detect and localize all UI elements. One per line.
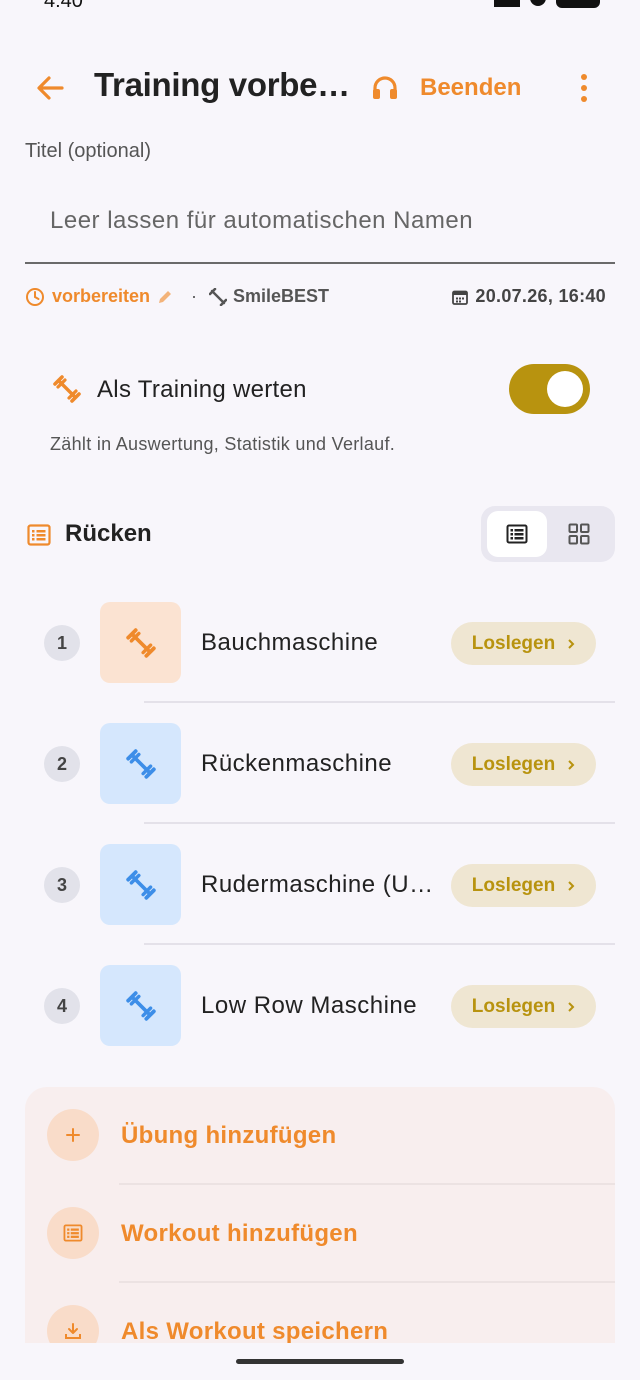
exercise-thumbnail xyxy=(100,723,181,804)
add-exercise-label: Übung hinzufügen xyxy=(121,1122,337,1149)
dumbbell-icon xyxy=(125,990,156,1021)
exercise-row[interactable]: 2 Rückenmaschine Loslegen xyxy=(0,703,640,824)
switch-knob xyxy=(547,371,583,407)
start-label: Loslegen xyxy=(471,995,556,1017)
app-bar: Training vorbe… Beenden xyxy=(0,58,640,118)
start-label: Loslegen xyxy=(471,753,556,775)
status-bar: 4:40 xyxy=(0,0,640,12)
dumbbell-icon xyxy=(125,869,156,900)
gesture-nav-bar xyxy=(0,1343,640,1380)
title-field-label: Titel (optional) xyxy=(25,140,151,162)
count-as-training-hint: Zählt in Auswertung, Statistik und Verla… xyxy=(50,434,396,454)
save-as-workout-button[interactable]: Als Workout speichern xyxy=(25,1283,615,1343)
exercise-thumbnail xyxy=(100,965,181,1046)
gym-name: SmileBEST xyxy=(233,286,330,306)
list-icon xyxy=(47,1207,99,1259)
actions-card: Übung hinzufügen Workout hinzufügen Als … xyxy=(25,1087,615,1343)
page-title: Training vorbe… xyxy=(94,66,350,103)
exercise-name: Rückenmaschine xyxy=(201,750,393,777)
calendar-icon xyxy=(452,290,469,305)
count-as-training-row: Als Training werten xyxy=(50,362,590,416)
exercise-name: Bauchmaschine xyxy=(201,629,379,656)
state-edit[interactable]: vorbereiten xyxy=(25,286,173,307)
battery-icon xyxy=(556,0,600,8)
exercise-list: 1 Bauchmaschine Loslegen 2 Rückenmaschin… xyxy=(0,582,640,1066)
chevron-right-icon xyxy=(568,759,575,770)
exercise-number: 2 xyxy=(44,746,80,782)
exercise-name: Low Row Maschine xyxy=(201,992,418,1019)
section-header: Rücken xyxy=(25,506,615,562)
headphones-icon xyxy=(373,76,397,99)
view-mode-switch xyxy=(481,506,615,562)
dumbbell-icon xyxy=(125,748,156,779)
training-date: 20.07.26, 16:40 xyxy=(452,286,606,307)
end-training-button[interactable]: Beenden xyxy=(370,66,521,110)
add-exercise-button[interactable]: Übung hinzufügen xyxy=(25,1087,615,1185)
exercise-name: Rudermaschine (U… xyxy=(201,871,434,898)
clock-icon xyxy=(26,287,44,306)
start-exercise-button[interactable]: Loslegen xyxy=(451,864,596,907)
list-view-button[interactable] xyxy=(487,511,547,557)
more-dot xyxy=(581,96,587,102)
status-time: 4:40 xyxy=(44,0,83,12)
count-as-training-switch[interactable] xyxy=(509,364,590,414)
pencil-icon xyxy=(159,290,172,303)
gym-label: SmileBEST xyxy=(209,286,329,307)
end-label: Beenden xyxy=(420,74,522,101)
status-icons xyxy=(494,0,600,8)
dumbbell-icon xyxy=(125,627,156,658)
exercise-row[interactable]: 1 Bauchmaschine Loslegen xyxy=(0,582,640,703)
exercise-thumbnail xyxy=(100,844,181,925)
start-exercise-button[interactable]: Loslegen xyxy=(451,985,596,1028)
dumbbell-icon xyxy=(209,287,227,306)
arrow-left-icon xyxy=(37,76,64,100)
chevron-right-icon xyxy=(568,880,575,891)
add-workout-label: Workout hinzufügen xyxy=(121,1220,358,1247)
list-icon xyxy=(27,524,51,546)
exercise-thumbnail xyxy=(100,602,181,683)
exercise-number: 4 xyxy=(44,988,80,1024)
exercise-number: 1 xyxy=(44,625,80,661)
chevron-right-icon xyxy=(568,1001,575,1012)
download-icon xyxy=(47,1305,99,1343)
chevron-right-icon xyxy=(568,638,575,649)
save-as-workout-label: Als Workout speichern xyxy=(121,1318,389,1343)
exercise-number: 3 xyxy=(44,867,80,903)
start-exercise-button[interactable]: Loslegen xyxy=(451,622,596,665)
more-dot xyxy=(581,85,587,91)
wifi-icon xyxy=(530,0,546,6)
exercise-row[interactable]: 4 Low Row Maschine Loslegen xyxy=(0,945,640,1066)
title-input[interactable] xyxy=(25,180,615,264)
start-label: Loslegen xyxy=(471,874,556,896)
meta-separator: · xyxy=(191,286,197,306)
more-menu-button[interactable] xyxy=(570,70,598,106)
start-exercise-button[interactable]: Loslegen xyxy=(451,743,596,786)
count-as-training-label: Als Training werten xyxy=(97,376,307,403)
state-label: vorbereiten xyxy=(52,286,151,306)
signal-icon xyxy=(494,0,520,7)
date-value: 20.07.26, 16:40 xyxy=(475,286,606,306)
section-title: Rücken xyxy=(65,520,152,547)
grid-view-button[interactable] xyxy=(549,511,609,557)
plus-icon xyxy=(47,1109,99,1161)
dumbbell-icon xyxy=(53,375,81,403)
start-label: Loslegen xyxy=(471,632,556,654)
home-handle[interactable] xyxy=(236,1359,404,1364)
add-workout-button[interactable]: Workout hinzufügen xyxy=(25,1185,615,1283)
more-dot xyxy=(581,74,587,80)
list-view-icon xyxy=(506,524,528,544)
exercise-row[interactable]: 3 Rudermaschine (U… Loslegen xyxy=(0,824,640,945)
training-meta: vorbereiten · SmileBEST 20.07.26, 16:40 xyxy=(25,286,615,312)
grid-view-icon xyxy=(568,523,590,545)
back-button[interactable] xyxy=(30,70,70,106)
